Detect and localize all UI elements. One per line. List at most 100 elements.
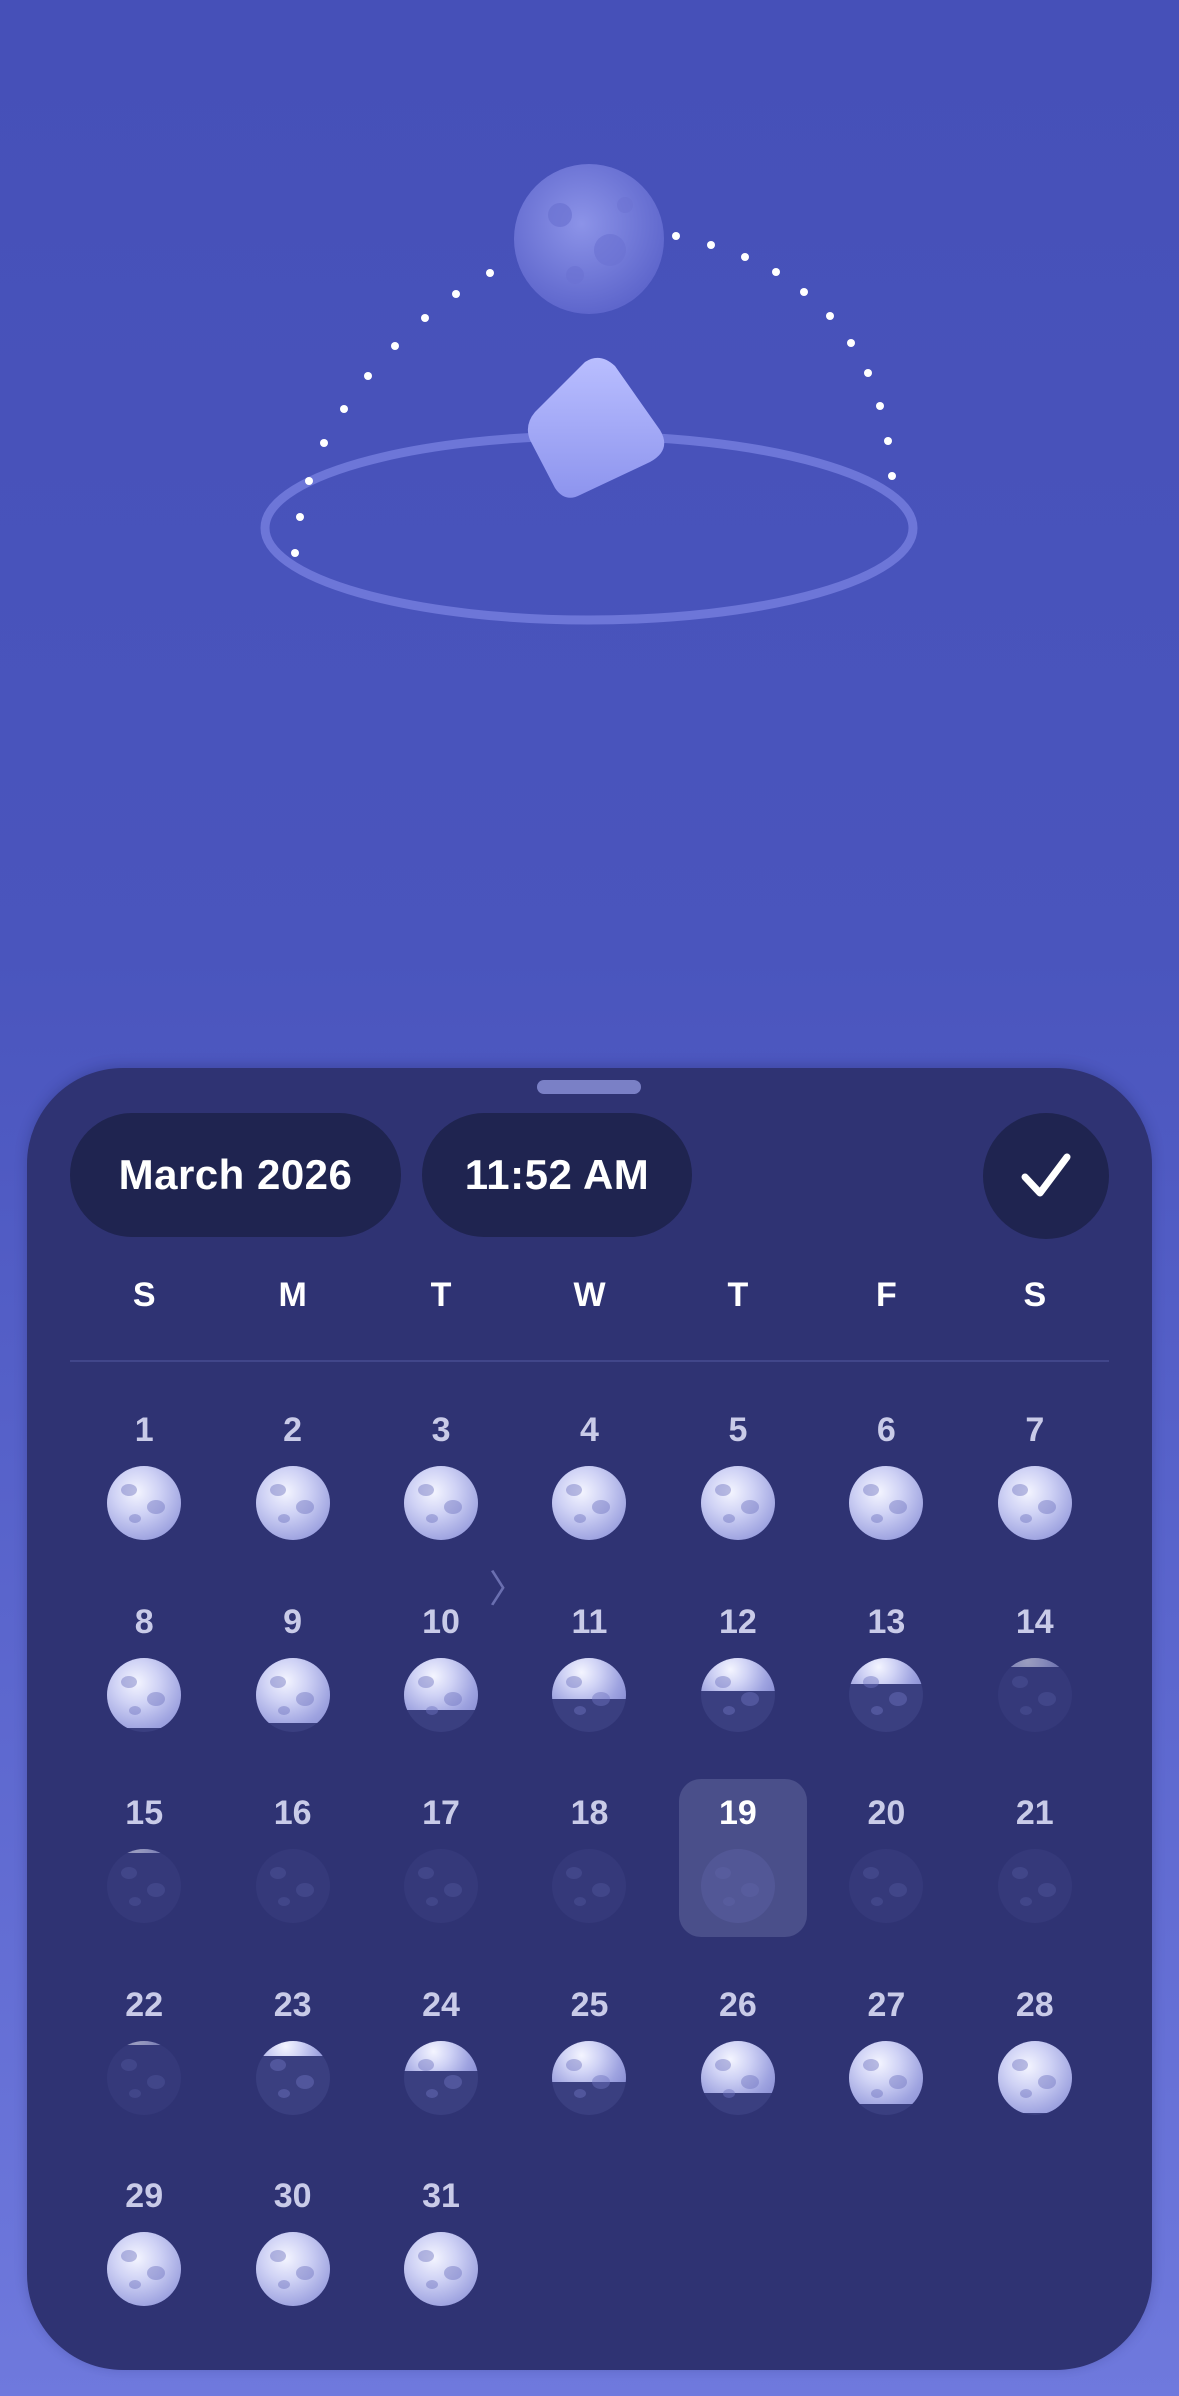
day-number: 4 — [580, 1411, 599, 1449]
day-number: 14 — [1015, 1602, 1054, 1641]
time-label: 11:52 AM — [464, 1151, 650, 1198]
calendar-day-26[interactable]: 26 — [664, 1973, 812, 2165]
day-number: 11 — [571, 1602, 608, 1641]
weekday-label: W — [573, 1276, 606, 1314]
calendar-day-22[interactable]: 22 — [70, 1973, 218, 2165]
confirm-button[interactable] — [983, 1113, 1109, 1239]
calendar-day-17[interactable]: 17 — [367, 1781, 515, 1973]
day-number: 16 — [273, 1794, 312, 1832]
calendar-day-30[interactable]: 30 — [218, 2164, 366, 2356]
moon-phase-icon — [700, 1849, 775, 1923]
weekday-label: S — [132, 1276, 156, 1314]
day-number: 19 — [719, 1794, 757, 1832]
calendar-day-31[interactable]: 31 — [367, 2164, 515, 2356]
weekday-label: M — [278, 1276, 307, 1314]
day-number: 9 — [283, 1602, 303, 1641]
moon-phase-icon — [404, 2232, 479, 2306]
calendar-day-4[interactable]: 4 — [515, 1398, 663, 1590]
moon-phase-icon — [255, 1466, 330, 1540]
calendar-day-29[interactable]: 29 — [70, 2164, 218, 2356]
moon-phase-icon — [107, 1466, 182, 1540]
day-number: 18 — [570, 1794, 609, 1832]
month-selector-button[interactable]: March 2026 — [70, 1113, 401, 1237]
moon-phase-icon — [404, 1849, 479, 1923]
calendar-day-18[interactable]: 18 — [515, 1781, 663, 1973]
weekday-header: S M T W T F S — [70, 1276, 1109, 1326]
day-number: 6 — [876, 1411, 896, 1449]
day-number: 24 — [422, 1985, 460, 2024]
calendar-day-8[interactable]: 8 — [70, 1590, 218, 1782]
calendar-day-6[interactable]: 6 — [812, 1398, 960, 1590]
moon-phase-icon — [107, 1657, 182, 1732]
calendar-day-24[interactable]: 24 — [367, 1973, 515, 2165]
moon-phase-icon — [552, 1849, 627, 1923]
moon-phase-icon — [700, 2040, 775, 2115]
calendar-day-28[interactable]: 28 — [961, 1973, 1109, 2165]
moon-phase-icon — [849, 2040, 924, 2115]
calendar-day-25[interactable]: 25 — [515, 1973, 663, 2165]
moon-phase-icon — [997, 2040, 1072, 2115]
day-number: 17 — [422, 1794, 460, 1832]
calendar-day-5[interactable]: 5 — [664, 1398, 812, 1590]
calendar-day-13[interactable]: 13 — [812, 1590, 960, 1782]
moon-phase-icon — [552, 1657, 627, 1732]
calendar-day-9[interactable]: 9 — [218, 1590, 366, 1782]
day-number: 8 — [134, 1602, 154, 1641]
day-number: 3 — [431, 1411, 451, 1449]
day-number: 21 — [1015, 1794, 1054, 1832]
day-number: 13 — [867, 1602, 906, 1641]
day-number: 26 — [719, 1985, 757, 2024]
time-selector-button[interactable]: 11:52 AM — [422, 1113, 692, 1237]
moon-phase-icon — [255, 2232, 330, 2306]
calendar-day-15[interactable]: 15 — [70, 1781, 218, 1973]
moon-phase-icon — [552, 1466, 627, 1540]
day-number: 12 — [719, 1602, 757, 1641]
calendar-day-14[interactable]: 14 — [961, 1590, 1109, 1782]
moon-phase-icon — [997, 1657, 1072, 1732]
weekday-label: T — [727, 1276, 749, 1314]
moon-phase-icon — [404, 1466, 479, 1540]
calendar-day-1[interactable]: 1 — [70, 1398, 218, 1590]
moon-phase-icon — [849, 1466, 924, 1540]
calendar-day-27[interactable]: 27 — [812, 1973, 960, 2165]
calendar-day-7[interactable]: 7 — [961, 1398, 1109, 1590]
day-number: 31 — [422, 2177, 460, 2215]
moon-phase-icon — [700, 1466, 775, 1540]
day-number: 22 — [125, 1985, 164, 2024]
day-number: 29 — [125, 2177, 164, 2215]
earth-shape — [527, 357, 665, 498]
calendar-day-23[interactable]: 23 — [218, 1973, 366, 2165]
day-number: 15 — [125, 1794, 164, 1832]
moon-phase-icon — [255, 1657, 330, 1732]
moon-phase-icon — [849, 1657, 924, 1732]
moon-phase-icon — [849, 1849, 924, 1923]
chevron-right-icon: 〉 — [489, 1569, 528, 1611]
moon-phase-icon — [107, 1849, 182, 1923]
calendar-day-11[interactable]: 11 — [515, 1590, 663, 1782]
day-number: 20 — [867, 1794, 906, 1832]
weekday-label: T — [430, 1276, 452, 1314]
moon-phase-icon — [997, 1466, 1072, 1540]
day-number: 1 — [134, 1411, 154, 1449]
calendar-day-19[interactable]: 19 — [664, 1779, 812, 1973]
moon-phase-icon — [107, 2040, 182, 2115]
day-number: 2 — [283, 1411, 303, 1449]
day-number: 25 — [570, 1985, 609, 2024]
moon-phase-icon — [255, 1849, 330, 1923]
calendar-grid: 1 2 3 4 5 6 7 8 9 10 11 12 13 14 15 16 17 18 19 20 21 22 23 24 2… — [70, 1398, 1109, 2356]
calendar-day-12[interactable]: 12 — [664, 1590, 812, 1782]
calendar-day-10[interactable]: 10 — [367, 1590, 515, 1782]
day-number: 10 — [422, 1602, 460, 1641]
calendar-day-20[interactable]: 20 — [812, 1781, 960, 1973]
weekday-label: F — [875, 1276, 897, 1314]
weekday-divider — [70, 1360, 1109, 1362]
calendar-day-16[interactable]: 16 — [218, 1781, 366, 1973]
moon-phase-icon — [255, 2040, 330, 2115]
day-number: 30 — [273, 2177, 312, 2215]
calendar-day-21[interactable]: 21 — [961, 1781, 1109, 1973]
calendar-day-2[interactable]: 2 — [218, 1398, 366, 1590]
sheet-grabber[interactable] — [537, 1080, 641, 1094]
moon-phase-icon — [404, 1657, 479, 1732]
date-picker-sheet: March 2026 11:52 AM S M T W T F S 123456… — [27, 1068, 1152, 2370]
day-number: 28 — [1015, 1985, 1054, 2024]
